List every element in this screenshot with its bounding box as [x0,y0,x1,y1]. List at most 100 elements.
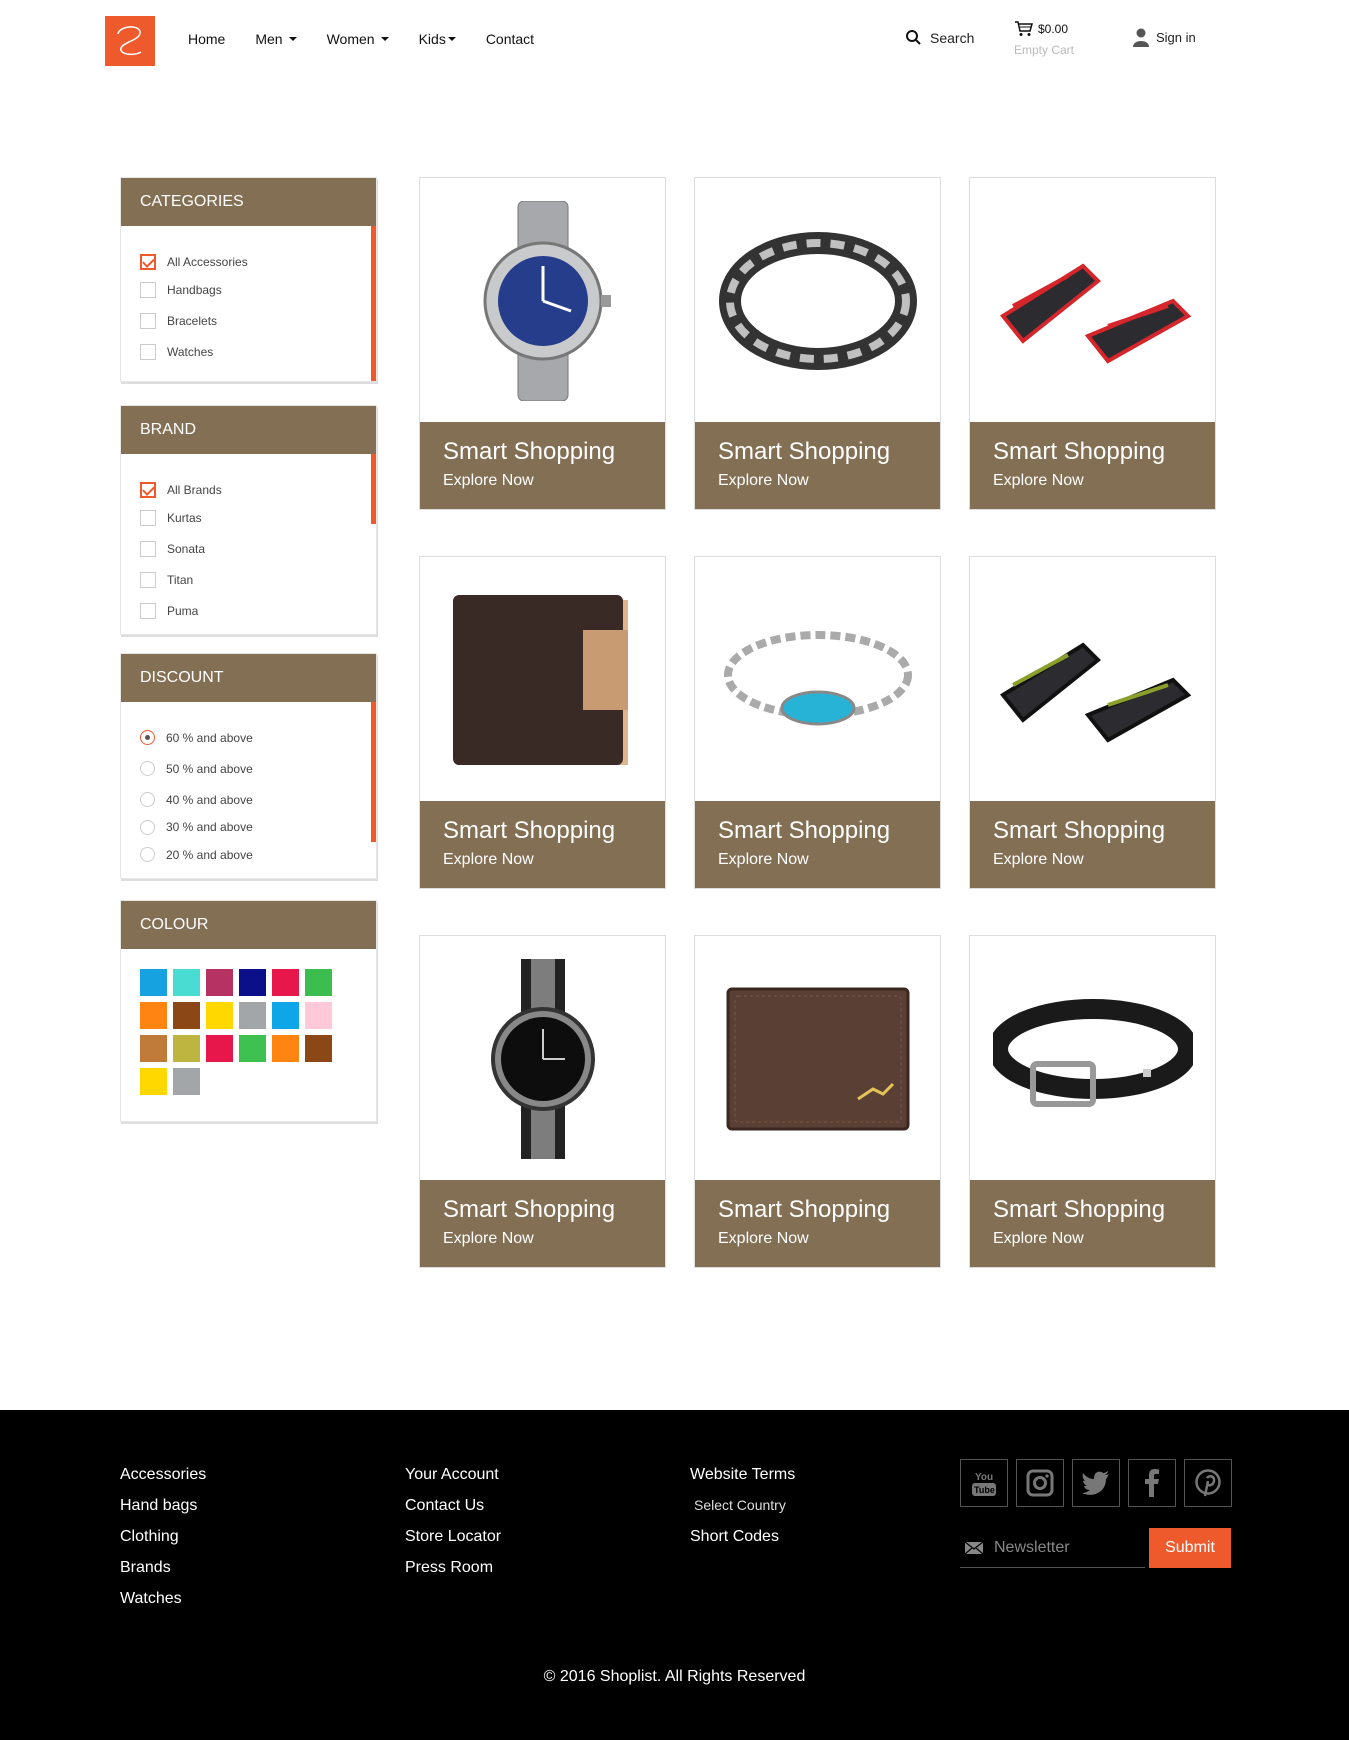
pinterest-link[interactable] [1184,1459,1232,1507]
product-card[interactable]: Smart Shopping Explore Now [969,177,1216,510]
product-caption[interactable]: Smart Shopping Explore Now [420,1180,665,1267]
checkbox[interactable] [140,281,156,298]
cart[interactable]: $0.00 Empty Cart [1014,21,1074,57]
radio[interactable] [140,730,155,745]
colour-swatch[interactable] [173,1002,200,1029]
colour-swatch[interactable] [305,1035,332,1062]
checkbox[interactable] [140,571,156,588]
product-caption[interactable]: Smart Shopping Explore Now [420,422,665,509]
search-button[interactable]: Search [905,29,974,46]
footer-link[interactable]: Website Terms [690,1466,795,1497]
sandal-icon[interactable] [970,178,1215,423]
product-card[interactable]: Smart Shopping Explore Now [694,556,941,889]
footer-link[interactable]: Your Account [405,1466,501,1497]
brand-option[interactable]: Puma [140,595,376,626]
watch-icon[interactable] [420,178,665,423]
category-option[interactable]: Bracelets [140,305,376,336]
brand-option[interactable]: Titan [140,564,376,595]
colour-swatch[interactable] [140,1002,167,1029]
checkbox[interactable] [140,602,156,619]
colour-swatch[interactable] [239,1002,266,1029]
nav-home[interactable]: Home [188,31,225,47]
nav-contact[interactable]: Contact [486,31,534,47]
nav-kids[interactable]: Kids [419,31,456,47]
explore-now-link[interactable]: Explore Now [718,472,940,490]
product-card[interactable]: Smart Shopping Explore Now [969,935,1216,1268]
colour-swatch[interactable] [272,1002,299,1029]
product-card[interactable]: Smart Shopping Explore Now [694,935,941,1268]
colour-swatch[interactable] [305,1002,332,1029]
colour-swatch[interactable] [173,969,200,996]
sign-in-link[interactable]: Sign in [1132,27,1196,47]
submit-button[interactable]: Submit [1149,1528,1231,1568]
bracelet-icon[interactable] [695,557,940,802]
explore-now-link[interactable]: Explore Now [993,851,1215,869]
newsletter-field[interactable]: Newsletter [960,1528,1145,1568]
checkbox[interactable] [140,343,156,360]
radio[interactable] [140,847,155,862]
colour-swatch[interactable] [206,1035,233,1062]
footer-link[interactable]: Store Locator [405,1528,501,1559]
colour-swatch[interactable] [272,1035,299,1062]
discount-option[interactable]: 40 % and above [140,784,376,815]
explore-now-link[interactable]: Explore Now [718,1230,940,1248]
checkbox[interactable] [140,509,156,526]
sandal-icon[interactable] [970,557,1215,802]
radio[interactable] [140,819,155,835]
product-card[interactable]: Smart Shopping Explore Now [419,556,666,889]
watch-icon[interactable] [420,936,665,1181]
nav-men[interactable]: Men [255,31,297,47]
radio[interactable] [140,792,155,807]
colour-swatch[interactable] [173,1035,200,1062]
product-caption[interactable]: Smart Shopping Explore Now [970,801,1215,888]
colour-swatch[interactable] [140,1035,167,1062]
explore-now-link[interactable]: Explore Now [443,472,665,490]
twitter-link[interactable] [1072,1459,1120,1507]
facebook-link[interactable] [1128,1459,1176,1507]
checkbox[interactable] [140,312,156,329]
product-caption[interactable]: Smart Shopping Explore Now [970,1180,1215,1267]
discount-option[interactable]: 20 % and above [140,839,376,870]
brand-option[interactable]: Kurtas [140,502,376,533]
explore-now-link[interactable]: Explore Now [443,1230,665,1248]
explore-now-link[interactable]: Explore Now [443,851,665,869]
brand-option[interactable]: Sonata [140,533,376,564]
product-caption[interactable]: Smart Shopping Explore Now [970,422,1215,509]
colour-swatch[interactable] [140,969,167,996]
product-card[interactable]: Smart Shopping Explore Now [419,935,666,1268]
discount-option[interactable]: 50 % and above [140,753,376,784]
footer-link[interactable]: Clothing [120,1528,206,1559]
checkbox[interactable] [140,540,156,557]
product-caption[interactable]: Smart Shopping Explore Now [695,422,940,509]
radio[interactable] [140,761,155,776]
product-caption[interactable]: Smart Shopping Explore Now [695,1180,940,1267]
colour-swatch[interactable] [239,969,266,996]
explore-now-link[interactable]: Explore Now [993,472,1215,490]
colour-swatch[interactable] [206,1002,233,1029]
colour-swatch[interactable] [305,969,332,996]
category-option[interactable]: Handbags [140,274,376,305]
colour-swatch[interactable] [239,1035,266,1062]
colour-swatch[interactable] [173,1068,200,1095]
wallet-icon[interactable] [420,557,665,802]
belt-icon[interactable] [970,936,1215,1181]
logo[interactable] [105,16,155,66]
brand-option[interactable]: All Brands [140,478,376,502]
product-caption[interactable]: Smart Shopping Explore Now [695,801,940,888]
nav-women[interactable]: Women [327,31,389,47]
colour-swatch[interactable] [206,969,233,996]
footer-link[interactable]: Brands [120,1559,206,1590]
category-option[interactable]: All Accessories [140,250,376,274]
product-card[interactable]: Smart Shopping Explore Now [969,556,1216,889]
footer-link[interactable]: Hand bags [120,1497,206,1528]
youtube-link[interactable]: You Tube [960,1459,1008,1507]
product-card[interactable]: Smart Shopping Explore Now [419,177,666,510]
discount-option[interactable]: 30 % and above [140,815,376,839]
explore-now-link[interactable]: Explore Now [993,1230,1215,1248]
explore-now-link[interactable]: Explore Now [718,851,940,869]
footer-link[interactable]: Accessories [120,1466,206,1497]
footer-link[interactable]: Press Room [405,1559,501,1590]
select-country[interactable]: Select Country [690,1497,795,1528]
discount-option[interactable]: 60 % and above [140,722,376,753]
footer-link[interactable]: Short Codes [690,1528,795,1559]
